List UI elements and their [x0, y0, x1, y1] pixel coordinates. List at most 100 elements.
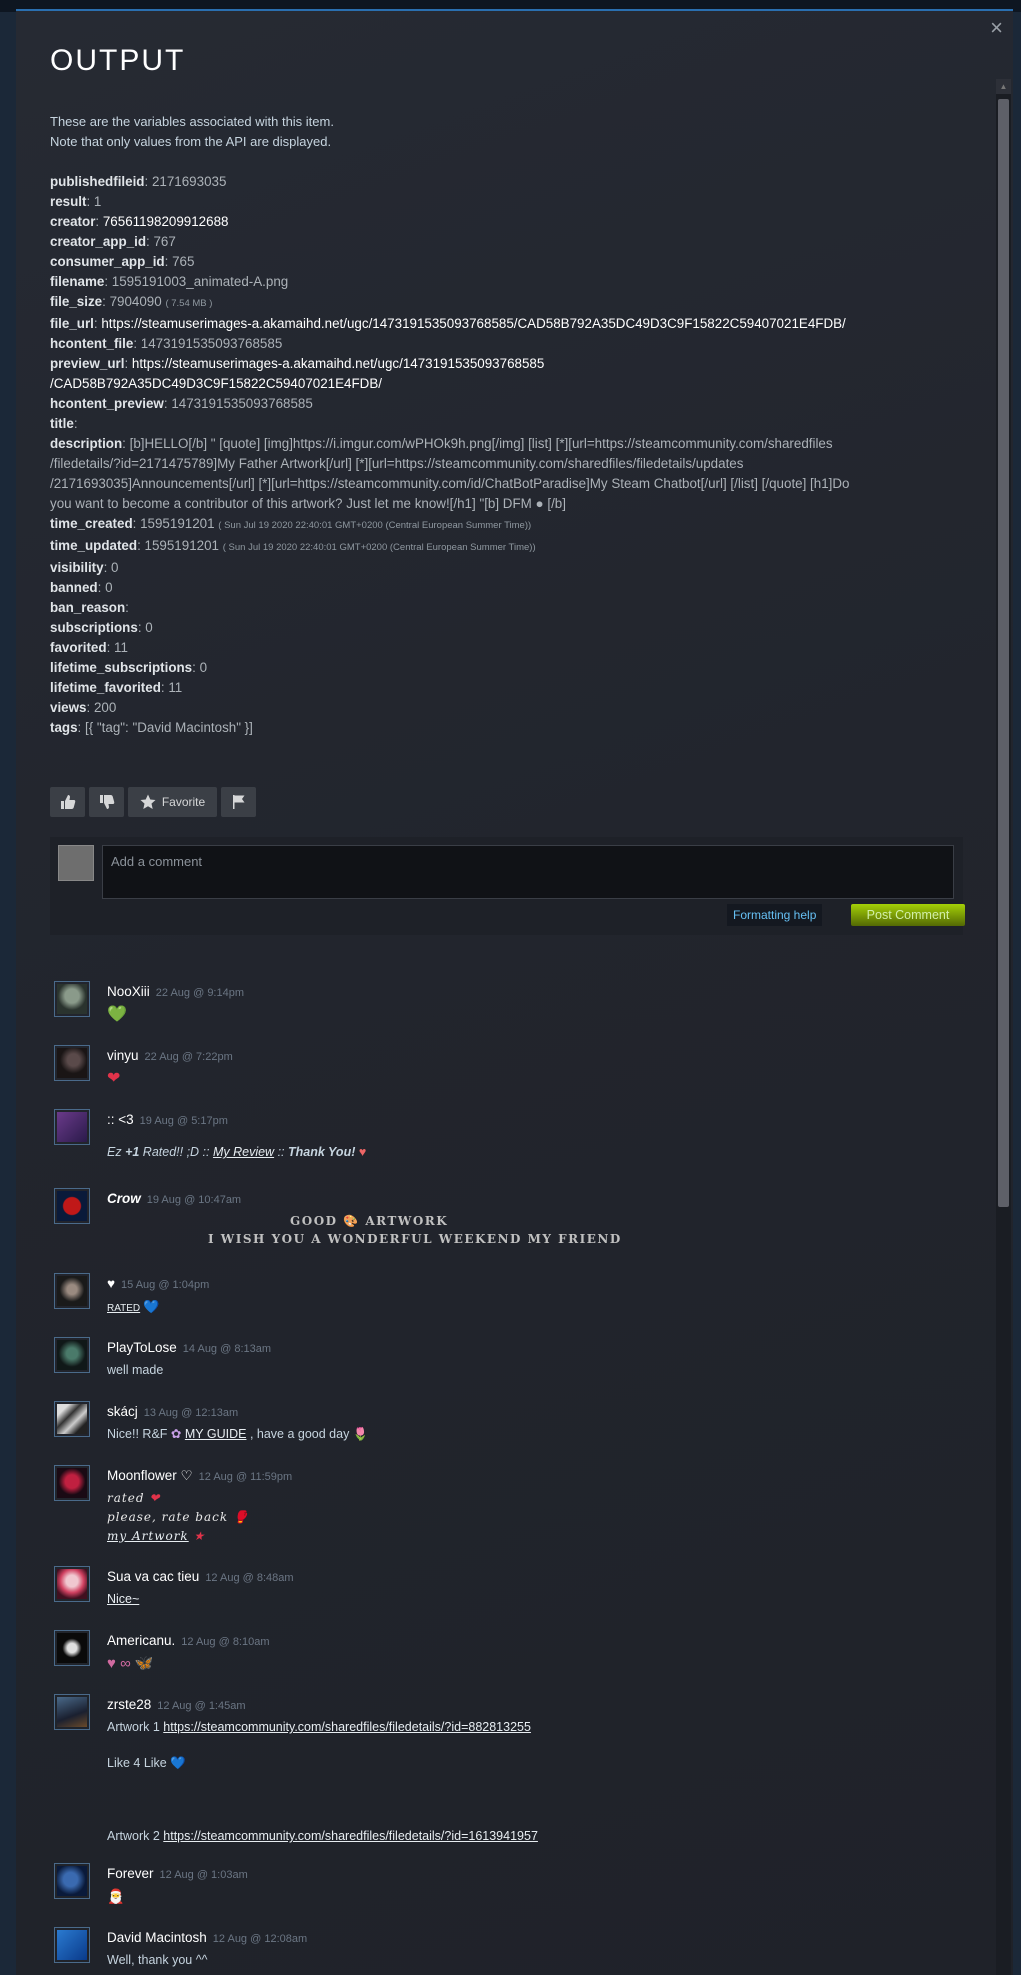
avatar[interactable] — [54, 1401, 90, 1437]
thumbs-down-icon — [99, 795, 114, 809]
artwork-link[interactable]: https://steamcommunity.com/sharedfiles/f… — [163, 1829, 538, 1843]
var-filename: filename: 1595191003_animated-A.png — [50, 274, 289, 289]
comment-text: my Artwork ★ — [107, 1529, 206, 1543]
var-creator: creator: 76561198209912688 — [50, 214, 229, 229]
var-hcontent-preview: hcontent_preview: 1473191535093768585 — [50, 396, 313, 411]
var-time-created: time_created: 1595191201 ( Sun Jul 19 20… — [50, 516, 532, 531]
my-artwork-link[interactable]: my Artwork — [107, 1529, 189, 1543]
comment-timestamp: 22 Aug @ 9:14pm — [155, 987, 245, 999]
intro-text: These are the variables associated with … — [50, 112, 334, 152]
comment-text: ♥ ∞ 🦋 — [107, 1655, 154, 1672]
formatting-help-link[interactable]: Formatting help — [727, 904, 823, 926]
rated-link[interactable]: RATED — [107, 1303, 140, 1314]
var-title: title: — [50, 416, 78, 431]
avatar[interactable] — [54, 1863, 90, 1899]
preview-url-link[interactable]: /CAD58B792A35DC49D3C9F15822C59407021E4FD… — [50, 376, 382, 391]
comment-text: 💚 — [107, 1006, 127, 1023]
avatar[interactable] — [54, 1927, 90, 1963]
comment-text: 🎅 — [107, 1888, 125, 1904]
creator-link[interactable]: 76561198209912688 — [103, 214, 229, 229]
file-url-link[interactable]: https://steamuserimages-a.akamaihd.net/u… — [101, 316, 845, 331]
var-tags: tags: [{ "tag": "David Macintosh" }] — [50, 720, 253, 735]
comment-author[interactable]: Americanu. — [107, 1633, 175, 1648]
comment-author[interactable]: David Macintosh — [107, 1930, 207, 1945]
comment-text: rated ❤ — [107, 1491, 161, 1505]
comment-timestamp: 14 Aug @ 8:13am — [182, 1343, 272, 1355]
close-icon[interactable]: × — [990, 17, 1003, 39]
avatar[interactable] — [54, 981, 90, 1017]
comment-author[interactable]: Sua va cac tieu — [107, 1569, 199, 1584]
var-creator-app-id: creator_app_id: 767 — [50, 234, 176, 249]
comment-text: Well, thank you ^^ — [107, 1953, 208, 1967]
var-description: description: [b]HELLO[/b] " [quote] [img… — [50, 436, 833, 451]
avatar[interactable] — [54, 1109, 90, 1145]
var-hcontent-file: hcontent_file: 1473191535093768585 — [50, 336, 283, 351]
comment-author[interactable]: PlayToLose — [107, 1340, 177, 1355]
comment-author[interactable]: Forever — [107, 1866, 154, 1881]
preview-url-link[interactable]: https://steamuserimages-a.akamaihd.net/u… — [132, 356, 544, 371]
var-publishedfileid: publishedfileid: 2171693035 — [50, 174, 227, 189]
comment-timestamp: 12 Aug @ 1:45am — [157, 1700, 246, 1712]
nice-link[interactable]: Nice~ — [107, 1592, 139, 1606]
avatar — [58, 845, 94, 881]
comment-author[interactable]: zrste28 — [107, 1697, 151, 1712]
comment-text: Artwork 2 https://steamcommunity.com/sha… — [107, 1829, 538, 1843]
avatar[interactable] — [54, 1465, 90, 1501]
avatar[interactable] — [54, 1630, 90, 1666]
thumbs-up-button[interactable] — [50, 787, 85, 817]
comment-text: RATED 💙 — [107, 1299, 160, 1314]
var-visibility: visibility: 0 — [50, 560, 119, 575]
avatar[interactable] — [54, 1188, 90, 1224]
avatar[interactable] — [54, 1566, 90, 1602]
variables-list: publishedfileid: 2171693035 result: 1 cr… — [50, 172, 975, 738]
comment-text: Nice~ — [107, 1590, 139, 1609]
comment-author[interactable]: ♥ — [107, 1276, 115, 1291]
comment-timestamp: 12 Aug @ 8:48am — [205, 1572, 294, 1584]
comment-author[interactable]: skácj — [107, 1404, 138, 1419]
modal-scrollbar[interactable]: ▲ — [996, 79, 1011, 1975]
comment-timestamp: 12 Aug @ 1:03am — [159, 1869, 248, 1881]
comment-timestamp: 22 Aug @ 7:22pm — [144, 1051, 233, 1063]
avatar[interactable] — [54, 1337, 90, 1373]
avatar[interactable] — [54, 1694, 90, 1730]
var-subscriptions: subscriptions: 0 — [50, 620, 153, 635]
var-preview-url: preview_url: https://steamuserimages-a.a… — [50, 356, 545, 371]
comment-author[interactable]: Crow — [107, 1191, 141, 1206]
var-result: result: 1 — [50, 194, 102, 209]
var-views: views: 200 — [50, 700, 117, 715]
var-preview-url-cont: /CAD58B792A35DC49D3C9F15822C59407021E4FD… — [50, 374, 975, 394]
comment-timestamp: 12 Aug @ 11:59pm — [198, 1471, 293, 1483]
comment-text: GOOD 🎨 ARTWORK — [290, 1214, 449, 1228]
comment-author[interactable]: :: <3 — [107, 1112, 134, 1127]
my-guide-link[interactable]: MY GUIDE — [185, 1427, 247, 1441]
comment-text: well made — [107, 1363, 164, 1377]
comment-author[interactable]: NooXiii — [107, 984, 150, 999]
scrollbar-thumb[interactable] — [998, 99, 1009, 1207]
var-lifetime-favorited: lifetime_favorited: 11 — [50, 680, 183, 695]
comment-text: I WISH YOU A WONDERFUL WEEKEND MY FRIEND — [208, 1232, 622, 1246]
artwork-link[interactable]: https://steamcommunity.com/sharedfiles/f… — [163, 1720, 531, 1734]
comment-author[interactable]: vinyu — [107, 1048, 139, 1063]
my-review-link[interactable]: My Review — [213, 1145, 274, 1159]
comment-text: Artwork 1 https://steamcommunity.com/sha… — [107, 1720, 531, 1734]
comment-text: ❤ — [107, 1070, 121, 1087]
thumbs-up-icon — [60, 795, 75, 809]
report-button[interactable] — [221, 787, 256, 817]
scroll-up-arrow-icon[interactable]: ▲ — [996, 79, 1011, 94]
comment-text: please, rate back 🥊 — [107, 1510, 249, 1524]
comment-author[interactable]: Moonflower ♡ — [107, 1468, 193, 1483]
comment-input[interactable]: Add a comment — [102, 845, 954, 899]
modal-title: OUTPUT — [50, 44, 186, 77]
favorite-button[interactable]: Favorite — [128, 787, 217, 817]
comment-text: Nice!! R&F ✿ MY GUIDE , have a good day … — [107, 1427, 369, 1441]
avatar[interactable] — [54, 1045, 90, 1081]
var-ban-reason: ban_reason: — [50, 600, 129, 615]
avatar[interactable] — [54, 1273, 90, 1309]
thumbs-down-button[interactable] — [89, 787, 124, 817]
post-comment-button[interactable]: Post Comment — [851, 904, 965, 926]
output-modal: × ▲ OUTPUT These are the variables assoc… — [16, 11, 1013, 1975]
favorite-label: Favorite — [161, 795, 206, 809]
comment-timestamp: 19 Aug @ 5:17pm — [139, 1115, 228, 1127]
comment-timestamp: 12 Aug @ 8:10am — [181, 1636, 270, 1648]
action-buttons: Favorite — [50, 787, 256, 817]
